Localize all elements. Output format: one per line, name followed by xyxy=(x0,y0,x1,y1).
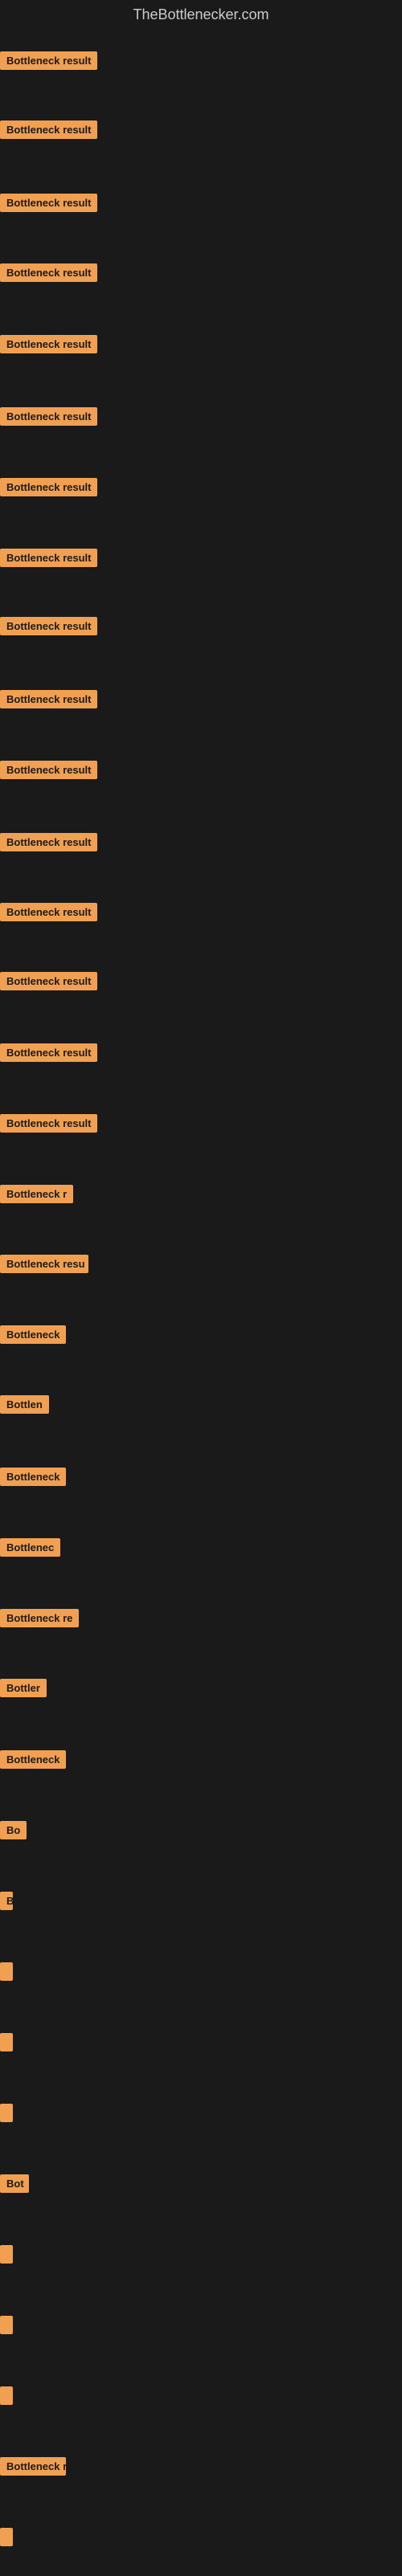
bottleneck-item: Bottleneck result xyxy=(0,972,97,994)
bottleneck-item xyxy=(0,2316,13,2338)
bottleneck-item: Bot xyxy=(0,2174,29,2197)
bottleneck-item xyxy=(0,2528,13,2550)
bottleneck-badge: Bottleneck re xyxy=(0,2457,66,2476)
bottleneck-badge: Bottleneck result xyxy=(0,833,97,851)
bottleneck-item: Bottlenec xyxy=(0,1538,60,1561)
bottleneck-item: Bottlen xyxy=(0,1395,49,1418)
bottleneck-badge: Bottleneck result xyxy=(0,335,97,353)
bottleneck-item: Bottleneck result xyxy=(0,549,97,571)
bottleneck-item: Bottleneck result xyxy=(0,1114,97,1137)
bottleneck-item: Bottleneck result xyxy=(0,120,97,143)
bottleneck-badge: Bottleneck re xyxy=(0,1609,79,1627)
bottleneck-item: Bottleneck re xyxy=(0,1609,79,1631)
bottleneck-badge: Bottleneck result xyxy=(0,51,97,70)
bottleneck-badge: Bottleneck result xyxy=(0,1114,97,1133)
bottleneck-item: Bottleneck resu xyxy=(0,1255,88,1277)
bottleneck-item: Bottleneck xyxy=(0,1468,66,1490)
bottleneck-badge xyxy=(0,1962,13,1981)
bottleneck-badge: Bottleneck xyxy=(0,1468,66,1486)
bottleneck-item: Bottleneck result xyxy=(0,478,97,500)
bottleneck-item: Bottleneck result xyxy=(0,194,97,216)
bottleneck-badge: Bottleneck r xyxy=(0,1185,73,1203)
bottleneck-item: Bottleneck r xyxy=(0,1185,73,1207)
bottleneck-item: Bottleneck result xyxy=(0,903,97,925)
bottleneck-item: Bottleneck xyxy=(0,1750,66,1773)
bottleneck-item: Bottleneck result xyxy=(0,407,97,430)
bottleneck-badge: Bottler xyxy=(0,1679,47,1697)
bottleneck-item: Bo xyxy=(0,1821,27,1843)
bottleneck-item: Bottleneck result xyxy=(0,1043,97,1066)
bottleneck-badge: Bottlenec xyxy=(0,1538,60,1557)
bottleneck-item xyxy=(0,1962,13,1985)
bottleneck-item: Bottleneck result xyxy=(0,263,97,286)
bottleneck-badge: Bottleneck result xyxy=(0,120,97,139)
site-title: TheBottlenecker.com xyxy=(0,0,402,30)
bottleneck-badge xyxy=(0,2033,13,2051)
bottleneck-badge xyxy=(0,2104,13,2122)
bottleneck-item xyxy=(0,2386,13,2409)
bottleneck-item: Bottler xyxy=(0,1679,47,1701)
bottleneck-badge: Bottleneck result xyxy=(0,903,97,921)
bottleneck-badge: B xyxy=(0,1892,13,1910)
bottleneck-badge: Bottleneck result xyxy=(0,263,97,282)
bottleneck-item xyxy=(0,2104,13,2126)
bottleneck-badge: Bottleneck result xyxy=(0,407,97,426)
bottleneck-item: Bottleneck result xyxy=(0,690,97,712)
bottleneck-badge: Bottleneck result xyxy=(0,761,97,779)
bottleneck-item: Bottleneck xyxy=(0,1325,66,1348)
bottleneck-item: Bottleneck re xyxy=(0,2457,66,2480)
bottleneck-item: B xyxy=(0,1892,13,1914)
bottleneck-badge xyxy=(0,2386,13,2405)
bottleneck-item xyxy=(0,2033,13,2055)
bottleneck-badge: Bo xyxy=(0,1821,27,1839)
bottleneck-badge: Bottleneck result xyxy=(0,1043,97,1062)
bottleneck-badge: Bottleneck resu xyxy=(0,1255,88,1273)
bottleneck-badge xyxy=(0,2245,13,2264)
bottleneck-badge: Bot xyxy=(0,2174,29,2193)
bottleneck-badge: Bottleneck xyxy=(0,1750,66,1769)
bottleneck-item xyxy=(0,2245,13,2268)
bottleneck-item: Bottleneck result xyxy=(0,833,97,855)
bottleneck-badge xyxy=(0,2528,13,2546)
bottleneck-badge: Bottleneck xyxy=(0,1325,66,1344)
bottleneck-badge: Bottleneck result xyxy=(0,690,97,708)
bottleneck-item: Bottleneck result xyxy=(0,761,97,783)
bottleneck-badge: Bottlen xyxy=(0,1395,49,1414)
bottleneck-badge: Bottleneck result xyxy=(0,972,97,990)
bottleneck-badge: Bottleneck result xyxy=(0,549,97,567)
bottleneck-badge: Bottleneck result xyxy=(0,194,97,212)
bottleneck-badge: Bottleneck result xyxy=(0,617,97,635)
bottleneck-badge: Bottleneck result xyxy=(0,478,97,496)
bottleneck-item: Bottleneck result xyxy=(0,51,97,74)
bottleneck-badge xyxy=(0,2316,13,2334)
bottleneck-item: Bottleneck result xyxy=(0,617,97,639)
bottleneck-item: Bottleneck result xyxy=(0,335,97,357)
